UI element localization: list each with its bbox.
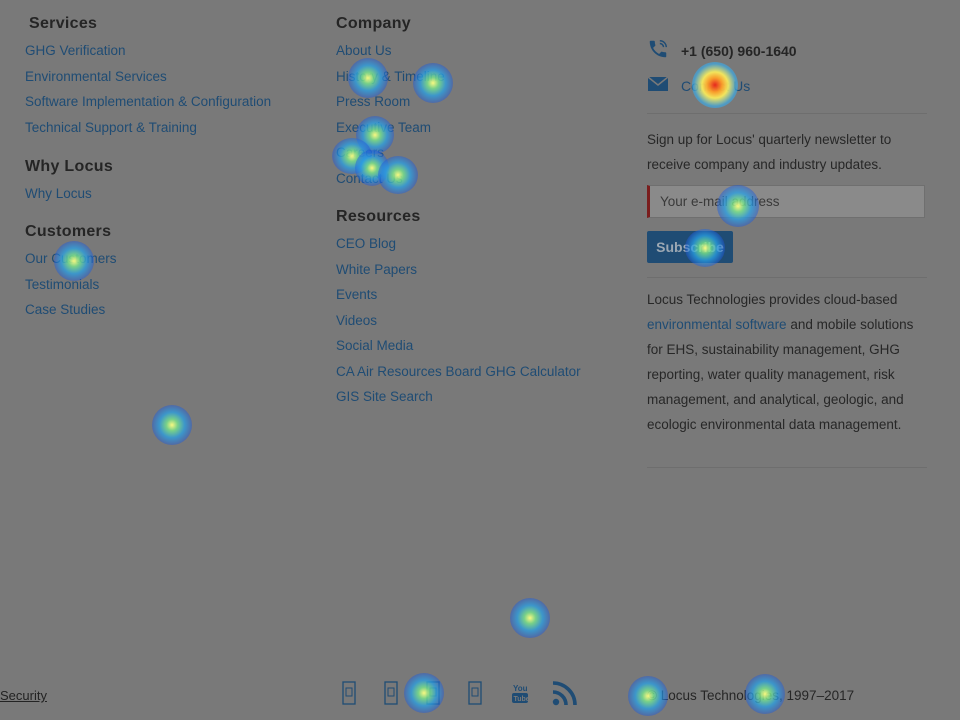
link-ghg-verification[interactable]: GHG Verification: [25, 42, 271, 68]
customers-links: Our Customers Testimonials Case Studies: [25, 250, 117, 327]
link-careers[interactable]: Careers: [336, 144, 445, 170]
link-environmental-services[interactable]: Environmental Services: [25, 68, 271, 94]
email-input[interactable]: [647, 185, 925, 218]
contact-us-row[interactable]: Contact Us: [647, 76, 750, 95]
link-executive-team[interactable]: Executive Team: [336, 119, 445, 145]
divider: [647, 277, 927, 278]
security-link[interactable]: Security: [0, 688, 47, 703]
resources-heading: Resources: [336, 208, 421, 225]
googleplus-icon[interactable]: [468, 681, 482, 710]
copyright-text: © Locus Technologies, 1997–2017: [647, 688, 855, 703]
link-videos[interactable]: Videos: [336, 312, 581, 338]
divider: [647, 467, 927, 468]
footer-bar: Security You Tube © Locus Technologies, 1…: [0, 680, 960, 712]
why-locus-heading: Why Locus: [25, 158, 114, 175]
company-links: About Us History & Timeline Press Room E…: [336, 42, 445, 195]
services-links: GHG Verification Environmental Services …: [25, 42, 271, 144]
company-heading: Company: [336, 15, 411, 32]
subscribe-button[interactable]: Subscribe: [647, 231, 733, 263]
link-gis-site-search[interactable]: GIS Site Search: [336, 388, 581, 414]
why-locus-links: Why Locus: [25, 185, 92, 211]
twitter-icon[interactable]: [384, 681, 398, 710]
link-history-timeline[interactable]: History & Timeline: [336, 68, 445, 94]
link-ghg-calculator[interactable]: CA Air Resources Board GHG Calculator: [336, 363, 581, 389]
link-press-room[interactable]: Press Room: [336, 93, 445, 119]
svg-text:You: You: [513, 684, 528, 693]
linkedin-icon[interactable]: [426, 681, 440, 710]
phone-icon: [647, 38, 669, 63]
facebook-icon[interactable]: [342, 681, 356, 710]
resources-links: CEO Blog White Papers Events Videos Soci…: [336, 235, 581, 414]
link-social-media[interactable]: Social Media: [336, 337, 581, 363]
link-white-papers[interactable]: White Papers: [336, 261, 581, 287]
contact-us-label: Contact Us: [681, 77, 751, 94]
heatmap-blob: [510, 598, 550, 638]
phone-number: +1 (650) 960-1640: [681, 42, 797, 59]
divider: [647, 113, 927, 114]
link-testimonials[interactable]: Testimonials: [25, 276, 117, 302]
link-software-implementation[interactable]: Software Implementation & Configuration: [25, 93, 271, 119]
youtube-icon[interactable]: You Tube: [510, 681, 530, 710]
link-ceo-blog[interactable]: CEO Blog: [336, 235, 581, 261]
link-why-locus[interactable]: Why Locus: [25, 185, 92, 211]
services-heading: Services: [29, 15, 98, 32]
link-our-customers[interactable]: Our Customers: [25, 250, 117, 276]
about-text: Locus Technologies provides cloud-based …: [647, 292, 914, 432]
link-events[interactable]: Events: [336, 286, 581, 312]
heatmap-blob: [152, 405, 192, 445]
social-icons: You Tube: [340, 680, 578, 711]
newsletter-text: Sign up for Locus' quarterly newsletter …: [647, 132, 892, 172]
phone-row[interactable]: +1 (650) 960-1640: [647, 38, 797, 63]
link-about-us[interactable]: About Us: [336, 42, 445, 68]
svg-text:Tube: Tube: [514, 696, 530, 703]
envelope-icon: [647, 76, 669, 95]
link-contact-us[interactable]: Contact Us: [336, 170, 445, 196]
link-case-studies[interactable]: Case Studies: [25, 301, 117, 327]
customers-heading: Customers: [25, 223, 112, 240]
rss-icon[interactable]: [552, 680, 578, 711]
environmental-software-link[interactable]: environmental software: [647, 317, 787, 332]
link-technical-support[interactable]: Technical Support & Training: [25, 119, 271, 145]
